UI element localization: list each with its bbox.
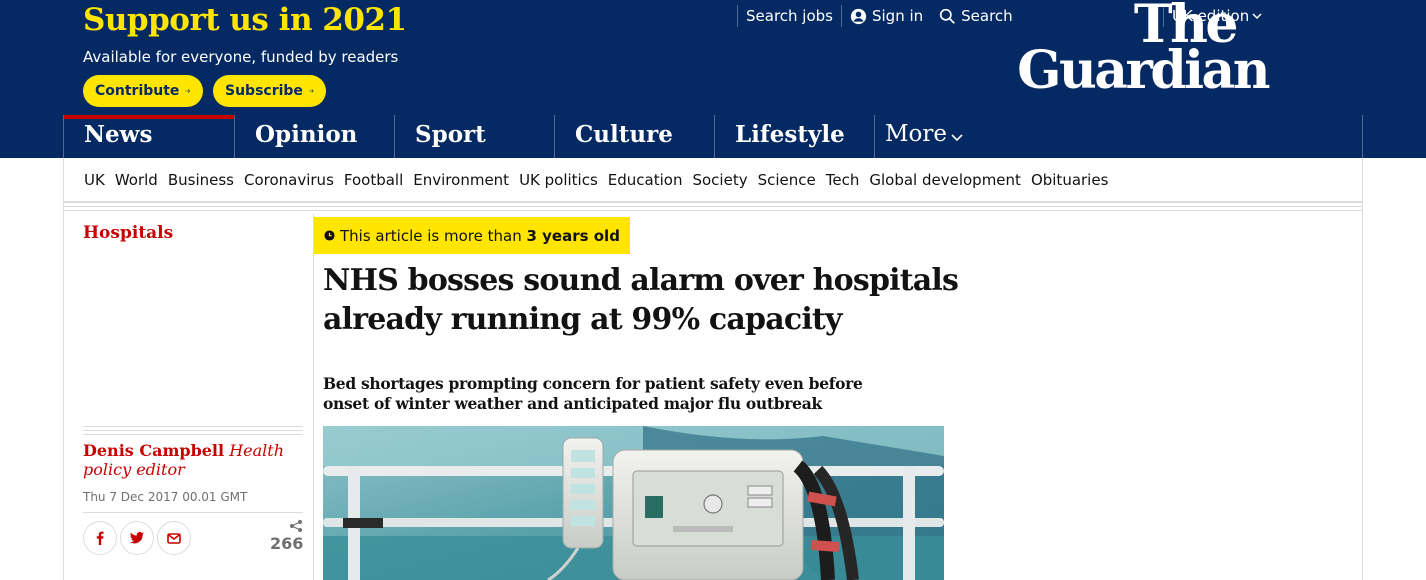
guardian-logo[interactable]: The Guardian (970, 0, 1270, 101)
subnav-society[interactable]: Society (692, 171, 747, 189)
pillar-news[interactable]: News (64, 115, 235, 158)
section-label[interactable]: Hospitals (83, 223, 173, 243)
subnav-football[interactable]: Football (344, 171, 403, 189)
share-divider (83, 512, 303, 513)
subnav-education[interactable]: Education (608, 171, 683, 189)
support-title: Support us in 2021 (83, 2, 407, 38)
user-icon (850, 8, 867, 24)
column-divider (313, 214, 314, 580)
search-jobs-label: Search jobs (746, 7, 833, 25)
sub-navigation: UK World Business Coronavirus Football E… (63, 158, 1363, 202)
share-facebook-button[interactable] (83, 521, 117, 555)
subnav-business[interactable]: Business (168, 171, 234, 189)
twitter-icon (130, 532, 144, 544)
article-headline: NHS bosses sound alarm over hospitals al… (323, 263, 959, 337)
byline: Denis Campbell Health policy editor (83, 441, 308, 479)
logo-line-guardian: Guardian (1017, 40, 1270, 101)
share-icon (290, 520, 302, 532)
subnav-uk-politics[interactable]: UK politics (519, 171, 598, 189)
arrow-right-icon (185, 89, 191, 93)
pillar-culture[interactable]: Culture (554, 115, 714, 158)
masthead: Support us in 2021 Available for everyon… (0, 0, 1426, 158)
age-prefix: This article is more than (340, 226, 527, 245)
arrow-right-icon (309, 89, 314, 93)
contribute-button[interactable]: Contribute (83, 75, 203, 107)
subscribe-label: Subscribe (225, 83, 303, 99)
subnav-obituaries[interactable]: Obituaries (1031, 171, 1108, 189)
sign-in-link[interactable]: Sign in (840, 5, 931, 27)
subnav-global-development[interactable]: Global development (869, 171, 1021, 189)
pillar-more[interactable]: More (874, 115, 1024, 158)
pillar-opinion[interactable]: Opinion (234, 115, 394, 158)
publish-date: Thu 7 Dec 2017 00.01 GMT (83, 490, 248, 504)
subnav-tech[interactable]: Tech (826, 171, 860, 189)
subnav-science[interactable]: Science (758, 171, 816, 189)
divider-lines (63, 202, 1363, 214)
author-name[interactable]: Denis Campbell (83, 441, 224, 460)
share-count: 266 (270, 534, 304, 553)
subnav-environment[interactable]: Environment (413, 171, 509, 189)
pillar-lifestyle[interactable]: Lifestyle (714, 115, 874, 158)
article-standfirst: Bed shortages prompting concern for pati… (323, 374, 863, 413)
article-age-warning: This article is more than 3 years old (314, 217, 630, 254)
subnav-coronavirus[interactable]: Coronavirus (244, 171, 334, 189)
clock-icon (324, 230, 335, 241)
search-jobs-link[interactable]: Search jobs (737, 5, 841, 27)
pillar-sport[interactable]: Sport (394, 115, 554, 158)
email-icon (167, 533, 181, 544)
share-twitter-button[interactable] (120, 521, 154, 555)
contribute-label: Contribute (95, 83, 180, 99)
subscribe-button[interactable]: Subscribe (213, 75, 326, 107)
subnav-world[interactable]: World (115, 171, 158, 189)
subnav-uk[interactable]: UK (84, 171, 105, 189)
facebook-icon (96, 531, 104, 545)
share-email-button[interactable] (157, 521, 191, 555)
pillar-nav: News Opinion Sport Culture Lifestyle Mor… (63, 115, 1363, 158)
age-value: 3 years old (526, 226, 620, 245)
byline-divider (83, 426, 303, 438)
search-icon (940, 8, 956, 24)
hospital-bed-photo (323, 426, 944, 580)
support-subtitle: Available for everyone, funded by reader… (83, 48, 399, 66)
more-label: More (885, 121, 948, 147)
chevron-down-icon (951, 134, 963, 142)
article-main-image (323, 426, 944, 580)
sign-in-label: Sign in (871, 7, 924, 25)
